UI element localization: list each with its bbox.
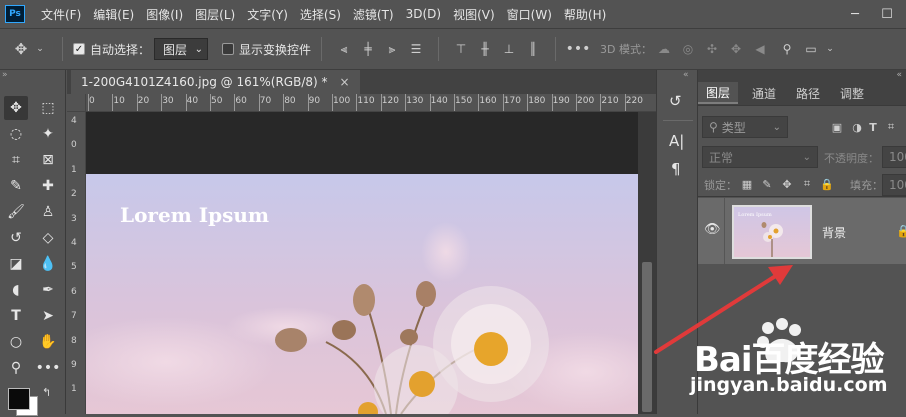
baidu-url-text: jingyan.baidu.com xyxy=(690,374,888,396)
baidu-jingyan-watermark: Bai百度经验 jingyan.baidu.com xyxy=(690,318,906,414)
red-arrow-head xyxy=(768,265,793,285)
